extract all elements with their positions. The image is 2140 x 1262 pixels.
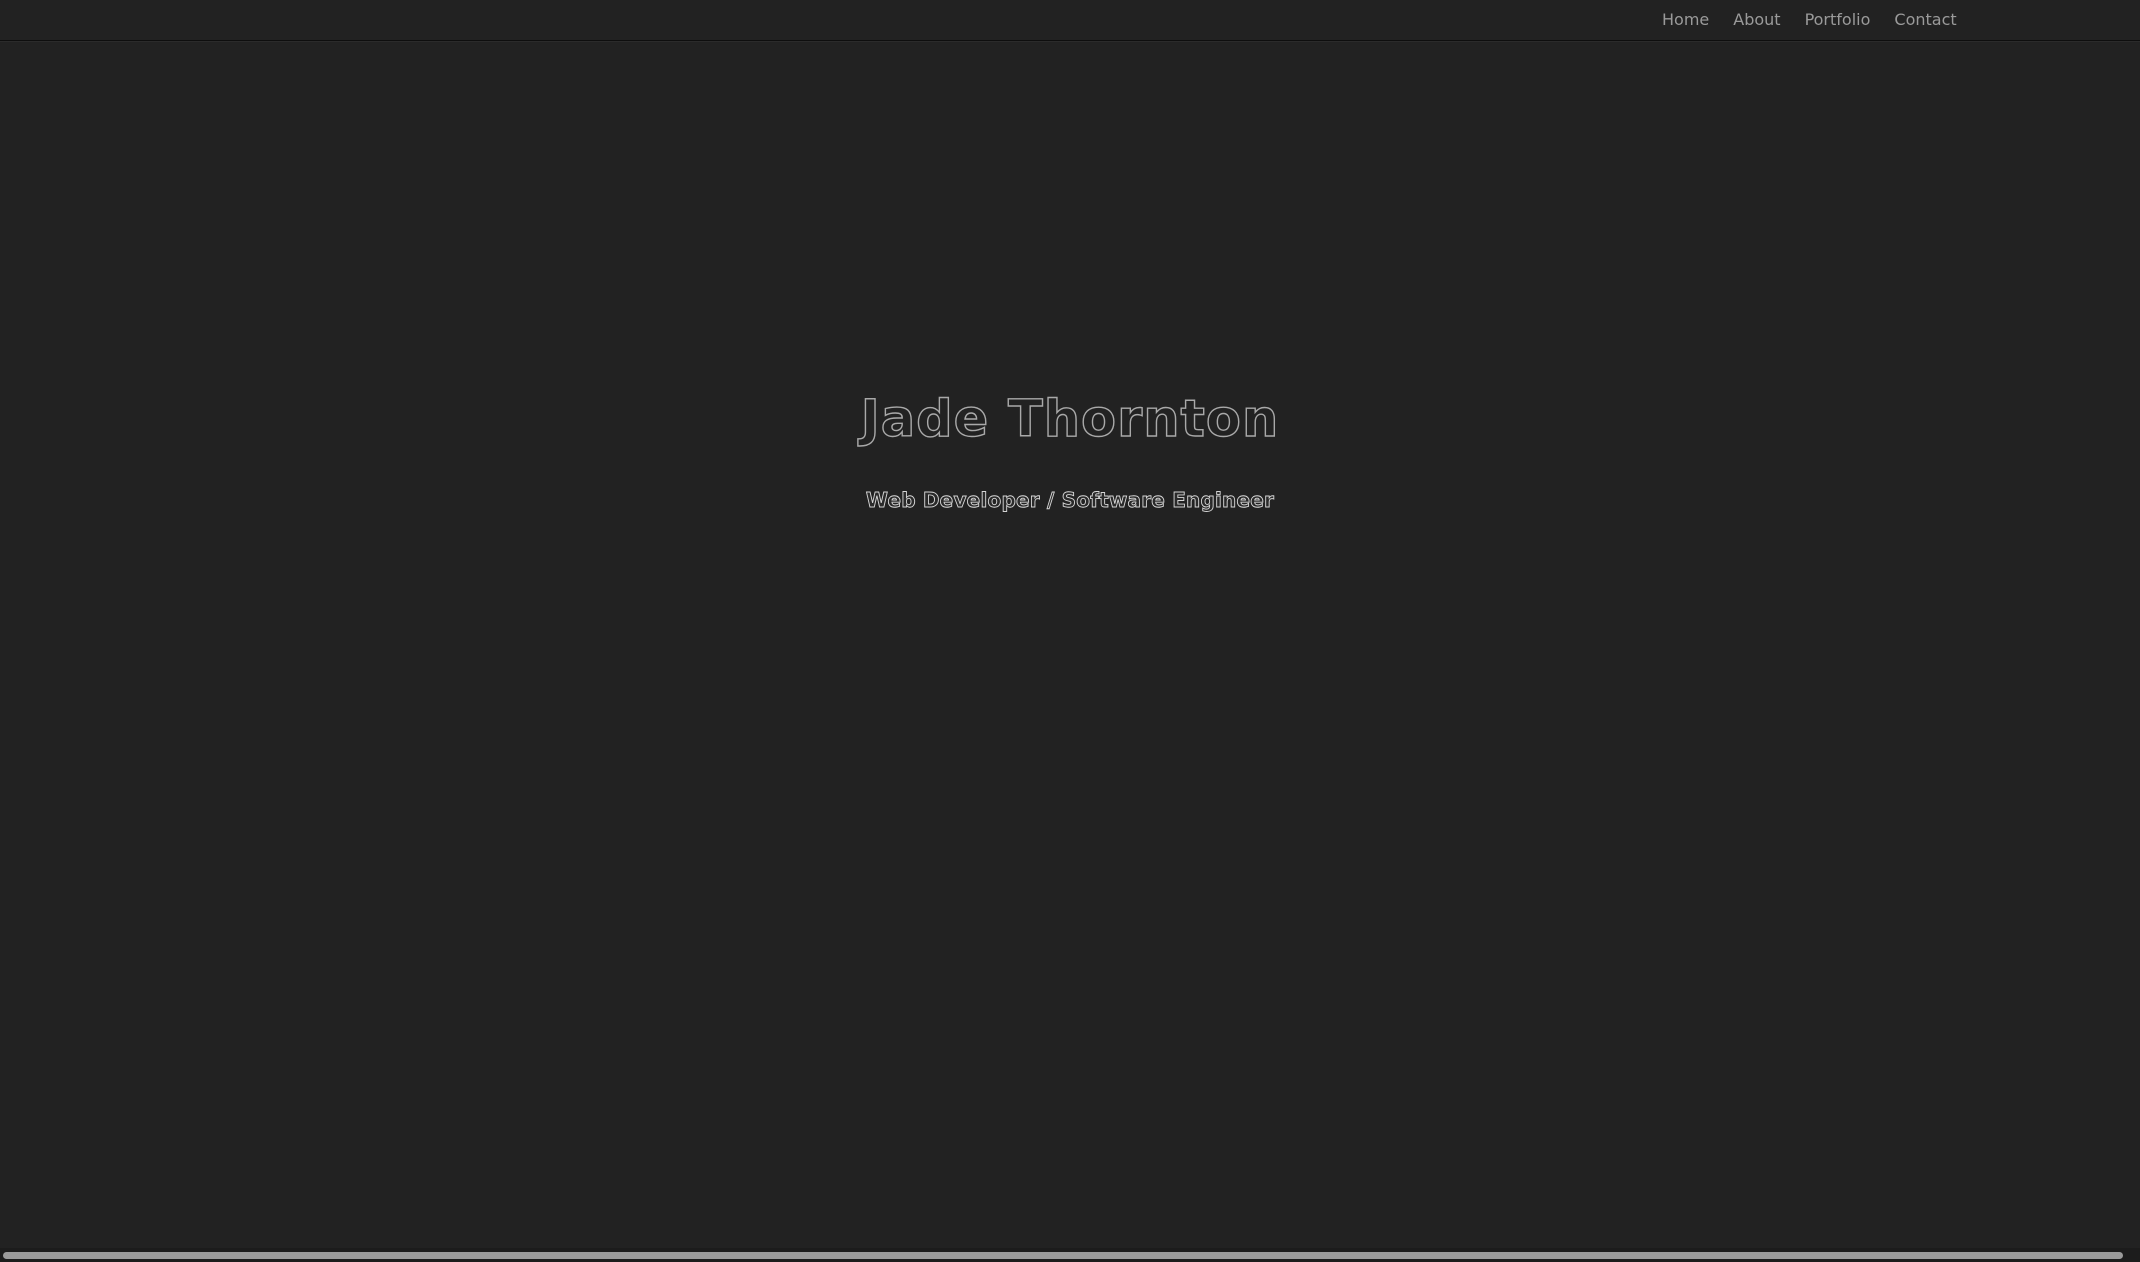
nav-link-portfolio[interactable]: Portfolio bbox=[1793, 0, 1883, 40]
scrollbar-thumb[interactable] bbox=[3, 1252, 2123, 1259]
horizontal-scrollbar[interactable] bbox=[0, 1248, 2140, 1262]
top-navbar: Home About Portfolio Contact bbox=[0, 0, 2140, 41]
hero-section: Jade Thornton Web Developer / Software E… bbox=[0, 380, 2140, 512]
main-nav: Home About Portfolio Contact bbox=[1650, 0, 1969, 40]
nav-link-home[interactable]: Home bbox=[1650, 0, 1721, 40]
nav-link-contact[interactable]: Contact bbox=[1882, 0, 1968, 40]
hero-name-heading: Jade Thornton bbox=[860, 389, 1280, 449]
nav-link-about[interactable]: About bbox=[1721, 0, 1792, 40]
hero-tagline: Web Developer / Software Engineer bbox=[865, 488, 1275, 513]
